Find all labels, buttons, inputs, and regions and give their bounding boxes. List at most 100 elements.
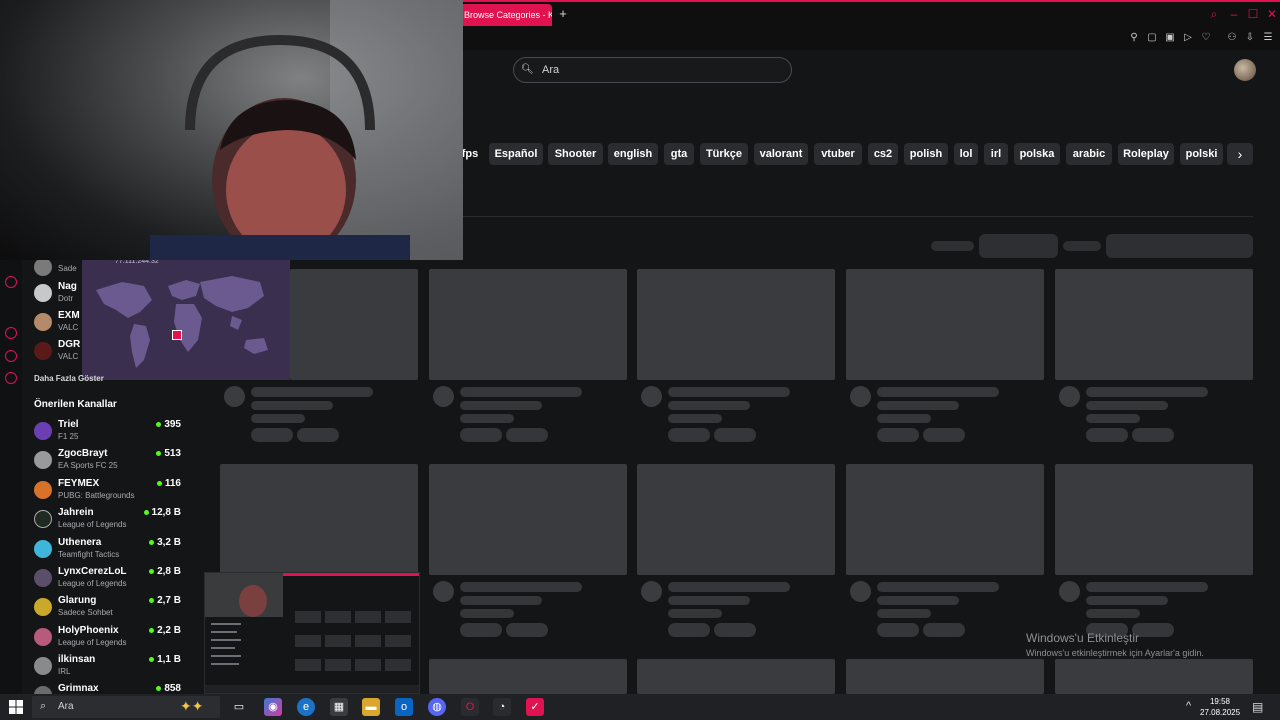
channel-name: LynxCerezLoL xyxy=(58,566,127,577)
skeleton-thumbnail[interactable] xyxy=(1055,464,1253,575)
skeleton-thumbnail[interactable] xyxy=(846,269,1044,380)
close-icon[interactable]: ✕ xyxy=(1264,6,1280,22)
rail-browse-icon[interactable] xyxy=(5,350,17,362)
tag-polski[interactable]: polski xyxy=(1180,143,1223,165)
channel-name: FEYMEX xyxy=(58,478,100,489)
skeleton-thumbnail[interactable] xyxy=(429,659,627,694)
sidebar-rail xyxy=(0,260,22,694)
skeleton-thumbnail[interactable] xyxy=(637,269,835,380)
skeleton-tag xyxy=(460,428,502,442)
skeleton-category xyxy=(460,414,514,423)
skeleton-thumbnail[interactable] xyxy=(637,659,835,694)
tag-polska[interactable]: polska xyxy=(1014,143,1060,165)
channel-item[interactable]: ZgocBrayt EA Sports FC 25 513 xyxy=(34,446,209,474)
skeleton-thumbnail[interactable] xyxy=(637,464,835,575)
skeleton-thumbnail[interactable] xyxy=(846,659,1044,694)
channel-category: Teamfight Tactics xyxy=(58,550,120,559)
skeleton-thumbnail[interactable] xyxy=(429,464,627,575)
store-icon[interactable]: ▦ xyxy=(330,698,348,716)
channel-item[interactable]: Glarung Sadece Sohbet 2,7 B xyxy=(34,593,209,621)
heart-icon[interactable]: ♡ xyxy=(1199,31,1213,45)
tag-espanol[interactable]: Español xyxy=(489,143,543,165)
channel-category: PUBG: Battlegrounds xyxy=(58,491,135,500)
live-dot-icon xyxy=(149,597,155,603)
rail-settings-icon[interactable] xyxy=(5,372,17,384)
chevron-up-icon[interactable]: ^ xyxy=(1186,700,1191,712)
task-view-icon[interactable]: ▭ xyxy=(230,698,248,716)
skeleton-thumbnail[interactable] xyxy=(429,269,627,380)
followed-category: VALC xyxy=(58,323,79,332)
tag-valorant[interactable]: valorant xyxy=(754,143,808,165)
skeleton-tag xyxy=(923,428,965,442)
windows-start-icon[interactable] xyxy=(8,699,24,715)
tag-roleplay[interactable]: Roleplay xyxy=(1118,143,1174,165)
tag-irl[interactable]: irl xyxy=(984,143,1008,165)
followed-avatar[interactable] xyxy=(34,342,52,360)
twitch-icon[interactable]: ▣ xyxy=(1163,31,1177,45)
viewer-count: 858 xyxy=(141,683,181,694)
chevron-right-icon[interactable]: › xyxy=(1227,143,1253,165)
rail-following-icon[interactable] xyxy=(5,276,17,288)
followed-name[interactable]: Nag xyxy=(58,281,77,292)
new-tab-button[interactable]: + xyxy=(556,6,570,22)
channel-item[interactable]: LynxCerezLoL League of Legends 2,8 B xyxy=(34,564,209,592)
rail-history-icon[interactable] xyxy=(5,327,17,339)
tag-lol[interactable]: lol xyxy=(954,143,978,165)
edge-icon[interactable]: e xyxy=(297,698,315,716)
channel-item[interactable]: Uthenera Teamfight Tactics 3,2 B xyxy=(34,535,209,563)
followed-avatar[interactable] xyxy=(34,284,52,302)
search-input[interactable]: Ara xyxy=(513,57,792,83)
tag-english[interactable]: english xyxy=(608,143,658,165)
skeleton-filter-select[interactable] xyxy=(979,234,1058,258)
maximize-icon[interactable]: ☐ xyxy=(1245,6,1261,22)
app-icon[interactable]: ✓ xyxy=(526,698,544,716)
skeleton-thumbnail[interactable] xyxy=(290,269,418,380)
followed-avatar[interactable] xyxy=(34,313,52,331)
skeleton-sort-select[interactable] xyxy=(1106,234,1253,258)
followed-avatar[interactable] xyxy=(34,258,52,276)
profile-icon[interactable]: ⚇ xyxy=(1225,31,1239,45)
tag-gta[interactable]: gta xyxy=(664,143,694,165)
outlook-icon[interactable]: o xyxy=(395,698,413,716)
opera-icon[interactable]: O xyxy=(461,698,479,716)
tag-vtuber[interactable]: vtuber xyxy=(814,143,862,165)
minimize-icon[interactable]: – xyxy=(1226,6,1242,22)
notification-icon[interactable]: ▤ xyxy=(1252,700,1263,714)
tag-shooter[interactable]: Shooter xyxy=(548,143,603,165)
file-explorer-icon[interactable]: ▬ xyxy=(362,698,380,716)
skeleton-thumbnail[interactable] xyxy=(220,464,418,575)
clock-date[interactable]: 27.08.2025 xyxy=(1200,708,1240,717)
followed-name[interactable]: EXM xyxy=(58,310,80,321)
channel-item[interactable]: HolyPhoenix League of Legends 2,2 B xyxy=(34,623,209,651)
tag-cs2[interactable]: cs2 xyxy=(868,143,898,165)
tag-arabic[interactable]: arabic xyxy=(1066,143,1112,165)
browser-search-icon[interactable]: ⌕ xyxy=(1206,6,1222,22)
copilot-icon[interactable]: ◉ xyxy=(264,698,282,716)
show-more-link[interactable]: Daha Fazla Göster xyxy=(34,374,104,383)
channel-item[interactable]: FEYMEX PUBG: Battlegrounds 116 xyxy=(34,476,209,504)
user-avatar[interactable] xyxy=(1234,59,1256,81)
skeleton-avatar xyxy=(641,386,662,407)
play-icon[interactable]: ▷ xyxy=(1181,31,1195,45)
viewer-count: 2,2 B xyxy=(141,625,181,636)
channel-item[interactable]: Triel F1 25 395 xyxy=(34,417,209,445)
channel-name: Uthenera xyxy=(58,537,102,548)
tag-polish[interactable]: polish xyxy=(904,143,948,165)
clock-time[interactable]: 19:58 xyxy=(1200,697,1240,706)
pin-icon[interactable]: ⚲ xyxy=(1127,31,1141,45)
skeleton-thumbnail[interactable] xyxy=(1055,269,1253,380)
followed-name[interactable]: DGR xyxy=(58,339,80,350)
channel-item[interactable]: Grimnax 858 xyxy=(34,681,209,694)
skeleton-thumbnail[interactable] xyxy=(1055,659,1253,694)
discord-icon[interactable]: ◍ xyxy=(428,698,446,716)
channel-item[interactable]: ilkinsan IRL 1,1 B xyxy=(34,652,209,680)
skeleton-avatar xyxy=(224,386,245,407)
performance-icon[interactable]: ◔ xyxy=(493,698,511,716)
viewer-count: 395 xyxy=(141,419,181,430)
tag-turkce[interactable]: Türkçe xyxy=(700,143,748,165)
screenshot-icon[interactable]: ▢ xyxy=(1145,31,1159,45)
download-icon[interactable]: ⇩ xyxy=(1243,31,1257,45)
channel-item[interactable]: Jahrein League of Legends 12,8 B xyxy=(34,505,209,533)
skeleton-thumbnail[interactable] xyxy=(846,464,1044,575)
menu-icon[interactable]: ☰ xyxy=(1261,31,1275,45)
